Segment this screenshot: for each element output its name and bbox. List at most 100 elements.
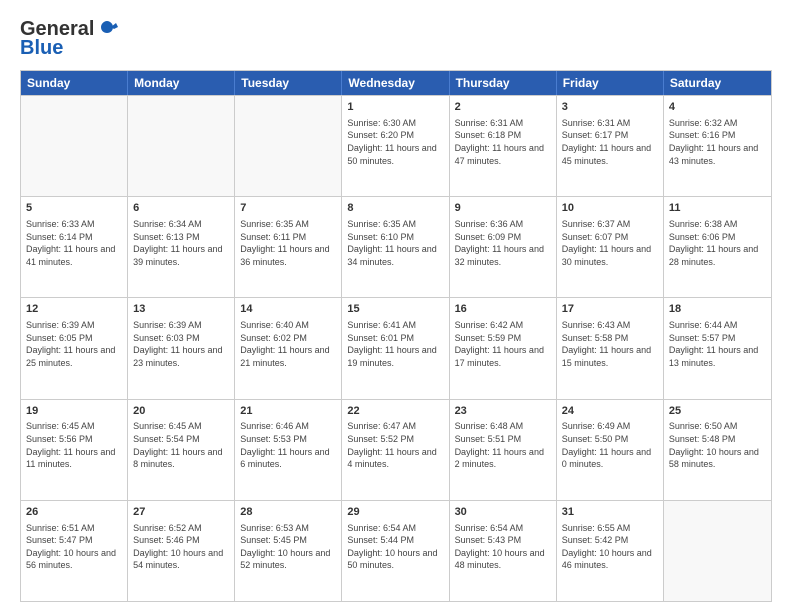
day-info: Sunrise: 6:47 AM Sunset: 5:52 PM Dayligh…	[347, 420, 443, 470]
day-info: Sunrise: 6:34 AM Sunset: 6:13 PM Dayligh…	[133, 218, 229, 268]
day-cell-11: 11 Sunrise: 6:38 AM Sunset: 6:06 PM Dayli…	[664, 197, 771, 297]
empty-cell	[128, 96, 235, 196]
day-header-tuesday: Tuesday	[235, 71, 342, 95]
calendar-week-3: 12 Sunrise: 6:39 AM Sunset: 6:05 PM Dayli…	[21, 297, 771, 398]
day-number: 9	[455, 201, 551, 216]
day-cell-24: 24Sunrise: 6:49 AM Sunset: 5:50 PM Dayli…	[557, 400, 664, 500]
day-header-monday: Monday	[128, 71, 235, 95]
day-cell-3: 3 Sunrise: 6:31 AM Sunset: 6:17 PM Daylig…	[557, 96, 664, 196]
day-number: 29	[347, 505, 443, 520]
day-cell-10: 10 Sunrise: 6:37 AM Sunset: 6:07 PM Dayli…	[557, 197, 664, 297]
day-cell-15: 15 Sunrise: 6:41 AM Sunset: 6:01 PM Dayli…	[342, 298, 449, 398]
day-header-thursday: Thursday	[450, 71, 557, 95]
day-cell-6: 6Sunrise: 6:34 AM Sunset: 6:13 PM Daylig…	[128, 197, 235, 297]
day-cell-8: 8Sunrise: 6:35 AM Sunset: 6:10 PM Daylig…	[342, 197, 449, 297]
day-number: 22	[347, 404, 443, 419]
day-info: Sunrise: 6:49 AM Sunset: 5:50 PM Dayligh…	[562, 420, 658, 470]
day-info: Sunrise: 6:40 AM Sunset: 6:02 PM Dayligh…	[240, 319, 336, 369]
day-number: 16	[455, 302, 551, 317]
day-number: 7	[240, 201, 336, 216]
day-info: Sunrise: 6:53 AM Sunset: 5:45 PM Dayligh…	[240, 522, 336, 572]
day-info: Sunrise: 6:45 AM Sunset: 5:56 PM Dayligh…	[26, 420, 122, 470]
day-number: 3	[562, 100, 658, 115]
day-number: 2	[455, 100, 551, 115]
day-info: Sunrise: 6:45 AM Sunset: 5:54 PM Dayligh…	[133, 420, 229, 470]
day-number: 13	[133, 302, 229, 317]
day-number: 25	[669, 404, 766, 419]
header: General Blue	[20, 18, 772, 60]
day-number: 21	[240, 404, 336, 419]
day-cell-12: 12 Sunrise: 6:39 AM Sunset: 6:05 PM Dayli…	[21, 298, 128, 398]
day-info: Sunrise: 6:50 AM Sunset: 5:48 PM Dayligh…	[669, 420, 766, 470]
day-info: Sunrise: 6:39 AM Sunset: 6:05 PM Dayligh…	[26, 319, 122, 369]
day-cell-13: 13Sunrise: 6:39 AM Sunset: 6:03 PM Dayli…	[128, 298, 235, 398]
empty-cell	[664, 501, 771, 601]
day-number: 26	[26, 505, 122, 520]
day-header-sunday: Sunday	[21, 71, 128, 95]
day-number: 15	[347, 302, 443, 317]
calendar-week-2: 5 Sunrise: 6:33 AM Sunset: 6:14 PM Daylig…	[21, 196, 771, 297]
day-info: Sunrise: 6:42 AM Sunset: 5:59 PM Dayligh…	[455, 319, 551, 369]
day-cell-23: 23Sunrise: 6:48 AM Sunset: 5:51 PM Dayli…	[450, 400, 557, 500]
day-info: Sunrise: 6:32 AM Sunset: 6:16 PM Dayligh…	[669, 117, 766, 167]
day-info: Sunrise: 6:35 AM Sunset: 6:10 PM Dayligh…	[347, 218, 443, 268]
day-number: 27	[133, 505, 229, 520]
day-cell-28: 28 Sunrise: 6:53 AM Sunset: 5:45 PM Dayli…	[235, 501, 342, 601]
day-cell-29: 29 Sunrise: 6:54 AM Sunset: 5:44 PM Dayli…	[342, 501, 449, 601]
day-info: Sunrise: 6:43 AM Sunset: 5:58 PM Dayligh…	[562, 319, 658, 369]
day-info: Sunrise: 6:54 AM Sunset: 5:43 PM Dayligh…	[455, 522, 551, 572]
day-number: 19	[26, 404, 122, 419]
calendar-body: 1Sunrise: 6:30 AM Sunset: 6:20 PM Daylig…	[21, 95, 771, 601]
day-cell-20: 20Sunrise: 6:45 AM Sunset: 5:54 PM Dayli…	[128, 400, 235, 500]
day-info: Sunrise: 6:44 AM Sunset: 5:57 PM Dayligh…	[669, 319, 766, 369]
day-cell-5: 5 Sunrise: 6:33 AM Sunset: 6:14 PM Daylig…	[21, 197, 128, 297]
day-number: 18	[669, 302, 766, 317]
day-number: 28	[240, 505, 336, 520]
day-header-saturday: Saturday	[664, 71, 771, 95]
day-number: 12	[26, 302, 122, 317]
day-number: 10	[562, 201, 658, 216]
logo: General Blue	[20, 18, 118, 60]
day-cell-31: 31 Sunrise: 6:55 AM Sunset: 5:42 PM Dayli…	[557, 501, 664, 601]
calendar-week-5: 26 Sunrise: 6:51 AM Sunset: 5:47 PM Dayli…	[21, 500, 771, 601]
day-cell-16: 16 Sunrise: 6:42 AM Sunset: 5:59 PM Dayli…	[450, 298, 557, 398]
logo-blue-text: Blue	[20, 37, 63, 60]
day-cell-4: 4Sunrise: 6:32 AM Sunset: 6:16 PM Daylig…	[664, 96, 771, 196]
day-number: 17	[562, 302, 658, 317]
day-number: 14	[240, 302, 336, 317]
day-info: Sunrise: 6:55 AM Sunset: 5:42 PM Dayligh…	[562, 522, 658, 572]
day-cell-18: 18 Sunrise: 6:44 AM Sunset: 5:57 PM Dayli…	[664, 298, 771, 398]
day-cell-2: 2 Sunrise: 6:31 AM Sunset: 6:18 PM Daylig…	[450, 96, 557, 196]
day-number: 30	[455, 505, 551, 520]
day-cell-22: 22Sunrise: 6:47 AM Sunset: 5:52 PM Dayli…	[342, 400, 449, 500]
day-number: 11	[669, 201, 766, 216]
day-info: Sunrise: 6:51 AM Sunset: 5:47 PM Dayligh…	[26, 522, 122, 572]
day-cell-1: 1Sunrise: 6:30 AM Sunset: 6:20 PM Daylig…	[342, 96, 449, 196]
calendar-header: SundayMondayTuesdayWednesdayThursdayFrid…	[21, 71, 771, 95]
day-info: Sunrise: 6:31 AM Sunset: 6:17 PM Dayligh…	[562, 117, 658, 167]
day-cell-14: 14 Sunrise: 6:40 AM Sunset: 6:02 PM Dayli…	[235, 298, 342, 398]
page: General Blue SundayMondayTuesdayWednesda…	[0, 0, 792, 612]
day-info: Sunrise: 6:54 AM Sunset: 5:44 PM Dayligh…	[347, 522, 443, 572]
day-number: 24	[562, 404, 658, 419]
day-info: Sunrise: 6:38 AM Sunset: 6:06 PM Dayligh…	[669, 218, 766, 268]
day-cell-17: 17 Sunrise: 6:43 AM Sunset: 5:58 PM Dayli…	[557, 298, 664, 398]
day-header-wednesday: Wednesday	[342, 71, 449, 95]
day-cell-9: 9Sunrise: 6:36 AM Sunset: 6:09 PM Daylig…	[450, 197, 557, 297]
day-info: Sunrise: 6:31 AM Sunset: 6:18 PM Dayligh…	[455, 117, 551, 167]
day-cell-30: 30 Sunrise: 6:54 AM Sunset: 5:43 PM Dayli…	[450, 501, 557, 601]
day-info: Sunrise: 6:41 AM Sunset: 6:01 PM Dayligh…	[347, 319, 443, 369]
day-info: Sunrise: 6:52 AM Sunset: 5:46 PM Dayligh…	[133, 522, 229, 572]
day-info: Sunrise: 6:33 AM Sunset: 6:14 PM Dayligh…	[26, 218, 122, 268]
day-cell-26: 26 Sunrise: 6:51 AM Sunset: 5:47 PM Dayli…	[21, 501, 128, 601]
logo-icon	[96, 19, 118, 41]
day-info: Sunrise: 6:37 AM Sunset: 6:07 PM Dayligh…	[562, 218, 658, 268]
day-number: 5	[26, 201, 122, 216]
day-number: 20	[133, 404, 229, 419]
day-number: 31	[562, 505, 658, 520]
day-info: Sunrise: 6:48 AM Sunset: 5:51 PM Dayligh…	[455, 420, 551, 470]
day-number: 23	[455, 404, 551, 419]
empty-cell	[235, 96, 342, 196]
day-cell-19: 19Sunrise: 6:45 AM Sunset: 5:56 PM Dayli…	[21, 400, 128, 500]
day-number: 1	[347, 100, 443, 115]
